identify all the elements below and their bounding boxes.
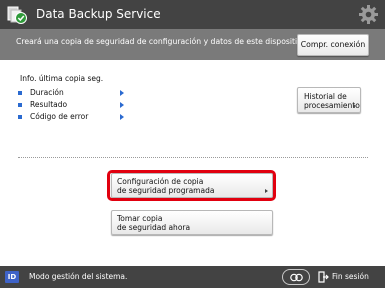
key-switch-icon[interactable]	[282, 269, 310, 285]
system-mode-text: Modo gestión del sistema.	[29, 272, 128, 281]
arrow-right-icon	[120, 90, 124, 96]
status-bar: ID Modo gestión del sistema. Fin sesión	[0, 266, 385, 288]
last-backup-info-label: Info. última copia seg.	[20, 74, 104, 83]
arrow-right-icon	[120, 102, 124, 108]
id-badge: ID	[5, 271, 19, 283]
bullet-icon	[18, 115, 22, 119]
page-title: Data Backup Service	[36, 7, 161, 21]
info-item-error-code: Código de error	[18, 112, 133, 124]
info-item-result: Resultado	[18, 100, 133, 112]
scheduled-backup-settings-button[interactable]: Configuración de copia de seguridad prog…	[111, 173, 273, 198]
logout-icon	[318, 271, 329, 283]
logout-button[interactable]: Fin sesión	[318, 269, 378, 285]
arrow-right-icon	[353, 104, 356, 108]
button-label-line2: de seguridad programada	[117, 186, 215, 195]
button-label-line1: Tomar copia	[117, 214, 163, 223]
button-label-line1: Configuración de copia	[117, 177, 204, 186]
gear-icon[interactable]	[358, 4, 379, 25]
button-label-line2: de seguridad ahora	[117, 223, 191, 232]
arrow-right-icon	[265, 189, 268, 193]
check-connection-button[interactable]: Compr. conexión	[297, 34, 369, 56]
info-item-label: Duración	[30, 88, 64, 97]
bullet-icon	[18, 91, 22, 95]
description-text: Creará una copia de seguridad de configu…	[16, 37, 309, 46]
last-backup-info-list: Duración Resultado Código de error	[18, 88, 133, 124]
logout-label: Fin sesión	[332, 272, 369, 281]
info-item-duration: Duración	[18, 88, 133, 100]
title-bar: Data Backup Service	[0, 0, 385, 29]
backup-now-button[interactable]: Tomar copia de seguridad ahora	[111, 210, 273, 235]
backup-check-icon	[7, 6, 27, 24]
button-label-line2: procesamiento	[304, 101, 360, 110]
button-label-line1: Historial de	[304, 92, 347, 101]
divider	[18, 157, 368, 158]
arrow-right-icon	[120, 114, 124, 120]
processing-history-button[interactable]: Historial de procesamiento	[297, 87, 361, 113]
bullet-icon	[18, 103, 22, 107]
info-item-label: Resultado	[30, 100, 68, 109]
info-item-label: Código de error	[30, 112, 89, 121]
